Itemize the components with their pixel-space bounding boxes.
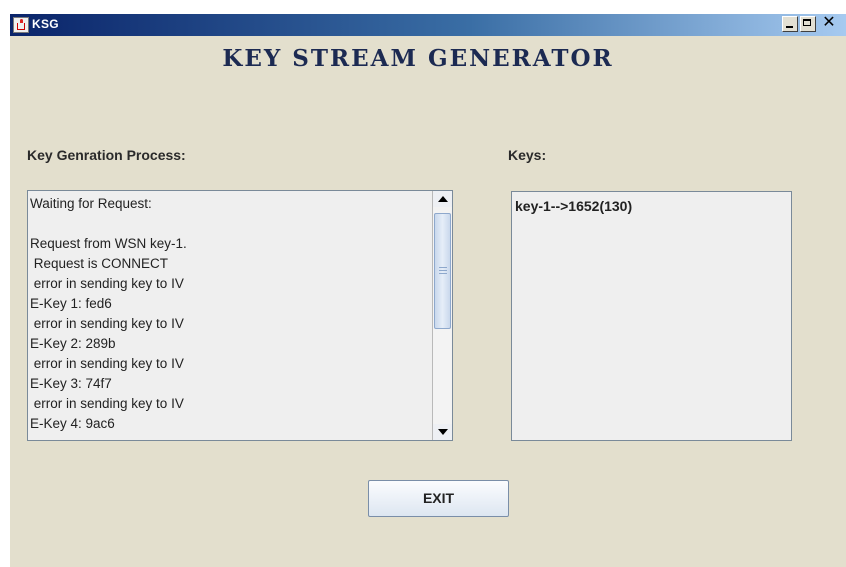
keys-lines: key-1-->1652(130) xyxy=(515,196,632,216)
log-line: Request from WSN key-1. xyxy=(30,236,187,251)
log-line: error in sending key to IV xyxy=(30,396,184,411)
minimize-button[interactable] xyxy=(782,16,798,32)
process-log-textarea[interactable]: Waiting for Request: Request from WSN ke… xyxy=(27,190,453,441)
log-line: E-Key 4: 9ac6 xyxy=(30,416,115,431)
close-icon[interactable]: ✕ xyxy=(818,15,840,32)
title-bar[interactable]: KSG ✕ xyxy=(10,14,846,36)
ksg-window: KSG ✕ KEY STREAM GENERATOR Key Genration… xyxy=(10,14,846,567)
java-cup-icon xyxy=(13,17,29,33)
log-line: error in sending key to IV xyxy=(30,276,184,291)
log-line: error in sending key to IV xyxy=(30,316,184,331)
window-title: KSG xyxy=(32,17,59,31)
log-line: error in sending key to IV xyxy=(30,356,184,371)
scroll-down-icon[interactable] xyxy=(433,424,452,440)
exit-button[interactable]: EXIT xyxy=(368,480,509,517)
log-line: E-Key 2: 289b xyxy=(30,336,116,351)
log-line: E-Key 1: fed6 xyxy=(30,296,112,311)
process-label: Key Genration Process: xyxy=(27,147,186,163)
process-log-lines: Waiting for Request: Request from WSN ke… xyxy=(30,194,430,434)
process-log-scrollbar[interactable] xyxy=(432,191,452,440)
maximize-button[interactable] xyxy=(800,16,816,32)
keys-label: Keys: xyxy=(508,147,547,163)
log-line: E-Key 3: 74f7 xyxy=(30,376,112,391)
keys-textarea[interactable]: key-1-->1652(130) xyxy=(511,191,792,441)
page-title: KEY STREAM GENERATOR xyxy=(222,45,614,72)
log-line: Waiting for Request: xyxy=(30,196,152,211)
log-line: Request is CONNECT xyxy=(30,256,169,271)
key-entry: key-1-->1652(130) xyxy=(515,198,633,214)
scroll-thumb[interactable] xyxy=(434,213,451,329)
scroll-up-icon[interactable] xyxy=(433,191,452,207)
